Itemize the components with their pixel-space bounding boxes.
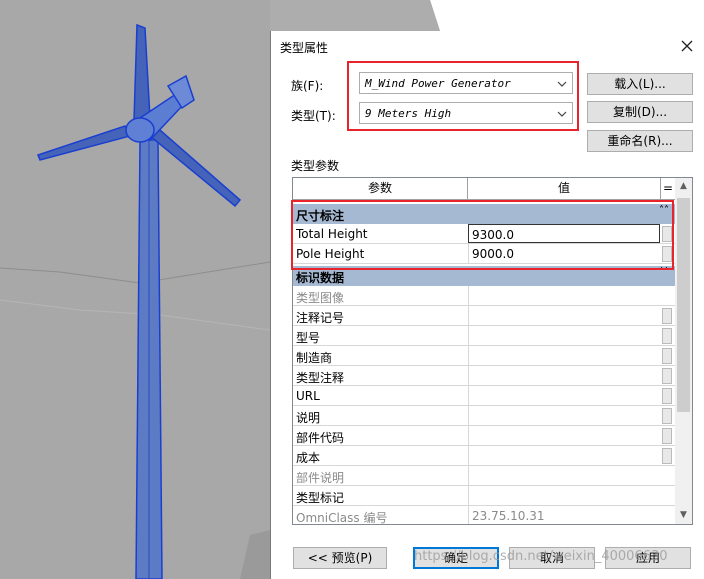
table-row[interactable]: OmniClass 编号 23.75.10.31 [293, 506, 675, 525]
rename-button[interactable]: 重命名(R)... [587, 130, 693, 152]
param-name: 部件说明 [296, 471, 345, 485]
load-button[interactable]: 载入(L)... [587, 73, 693, 95]
cancel-button[interactable]: 取消 [509, 547, 595, 569]
dialog-title: 类型属性 [280, 41, 329, 55]
table-row[interactable]: 说明 [293, 406, 675, 426]
group-title: 尺寸标注 [296, 209, 345, 223]
param-value-cell[interactable] [468, 286, 660, 305]
param-value-cell[interactable] [468, 446, 660, 465]
duplicate-button[interactable]: 复制(D)... [587, 101, 693, 123]
formula-button[interactable] [662, 246, 672, 262]
param-value-cell[interactable] [468, 386, 660, 405]
param-name: 类型图像 [296, 291, 345, 305]
formula-button[interactable] [662, 348, 672, 364]
family-value: M_Wind Power Generator [365, 77, 511, 90]
dialog-titlebar[interactable]: 类型属性 [271, 31, 704, 61]
param-value-cell[interactable] [468, 326, 660, 345]
table-row[interactable]: 部件代码 [293, 426, 675, 446]
table-row[interactable]: URL [293, 386, 675, 406]
param-value-cell[interactable] [468, 366, 660, 385]
param-value-cell[interactable] [468, 406, 660, 425]
param-name: 类型标记 [296, 491, 345, 505]
type-parameters-label: 类型参数 [291, 159, 340, 173]
param-value: 9000.0 [472, 247, 514, 261]
family-dropdown[interactable]: M_Wind Power Generator [359, 72, 573, 94]
table-row[interactable]: 型号 [293, 326, 675, 346]
type-parameters-grid[interactable]: 参数 值 = 尺寸标注 ˄˄ Total Height 9300.0 Pole … [292, 177, 693, 525]
param-value-cell[interactable] [468, 466, 660, 485]
param-name: 类型注释 [296, 371, 345, 385]
type-dropdown[interactable]: 9 Meters High [359, 102, 573, 124]
table-row[interactable]: 注释记号 [293, 306, 675, 326]
formula-button[interactable] [662, 448, 672, 464]
scroll-thumb[interactable] [677, 198, 690, 412]
close-icon[interactable] [676, 35, 698, 57]
param-value: 9300.0 [472, 228, 514, 242]
formula-button[interactable] [662, 308, 672, 324]
type-value: 9 Meters High [365, 107, 452, 120]
param-value: 23.75.10.31 [472, 509, 545, 523]
table-row[interactable]: 类型标记 [293, 486, 675, 506]
group-header-identity[interactable]: 标识数据 ˄˄ [293, 266, 675, 286]
type-label: 类型(T): [291, 109, 336, 123]
param-name: 制造商 [296, 351, 333, 365]
grid-header-value[interactable]: 值 [468, 178, 661, 200]
formula-button[interactable] [662, 368, 672, 384]
param-name: 部件代码 [296, 431, 345, 445]
param-value-cell[interactable] [468, 346, 660, 365]
grid-scrollbar[interactable]: ▲ ▼ [675, 178, 692, 524]
table-row[interactable]: 类型注释 [293, 366, 675, 386]
table-row[interactable]: 制造商 [293, 346, 675, 366]
table-row[interactable]: Pole Height 9000.0 [293, 244, 675, 264]
formula-button[interactable] [662, 428, 672, 444]
formula-button[interactable] [662, 408, 672, 424]
param-name: 说明 [296, 411, 321, 425]
collapse-icon[interactable]: ˄˄ [659, 205, 669, 216]
chevron-down-icon [557, 111, 567, 117]
param-name: 成本 [296, 451, 321, 465]
table-row[interactable]: 部件说明 [293, 466, 675, 486]
table-row[interactable]: Total Height 9300.0 [293, 224, 675, 244]
param-name: Pole Height [296, 247, 365, 261]
param-name: Total Height [296, 227, 368, 241]
param-value-cell[interactable] [468, 426, 660, 445]
group-title: 标识数据 [296, 271, 345, 285]
formula-button[interactable] [662, 328, 672, 344]
apply-button[interactable]: 应用 [605, 547, 691, 569]
param-name: 注释记号 [296, 311, 345, 325]
param-name: 型号 [296, 331, 321, 345]
param-value-cell[interactable] [468, 306, 660, 325]
table-row[interactable]: 成本 [293, 446, 675, 466]
ok-button[interactable]: 确定 [413, 547, 499, 569]
param-value-cell[interactable]: 9000.0 [468, 244, 660, 263]
family-label: 族(F): [291, 79, 324, 93]
grid-header-eq[interactable]: = [661, 178, 675, 200]
scroll-down-icon[interactable]: ▼ [675, 507, 692, 524]
type-properties-dialog: 类型属性 族(F): M_Wind Power Generator 类型(T):… [270, 31, 704, 579]
param-value-cell[interactable]: 23.75.10.31 [468, 506, 660, 524]
grid-header-param[interactable]: 参数 [293, 178, 468, 200]
formula-button[interactable] [662, 388, 672, 404]
preview-button[interactable]: << 预览(P) [293, 547, 387, 569]
group-header-dimensions[interactable]: 尺寸标注 ˄˄ [293, 204, 675, 224]
param-name: OmniClass 编号 [296, 511, 388, 525]
scroll-up-icon[interactable]: ▲ [675, 178, 692, 195]
table-row[interactable]: 类型图像 [293, 286, 675, 306]
formula-button[interactable] [662, 226, 672, 242]
param-name: URL [296, 389, 320, 403]
param-value-cell[interactable] [468, 486, 660, 505]
chevron-down-icon [557, 81, 567, 87]
param-value-input[interactable]: 9300.0 [468, 224, 660, 243]
collapse-icon[interactable]: ˄˄ [659, 267, 669, 278]
